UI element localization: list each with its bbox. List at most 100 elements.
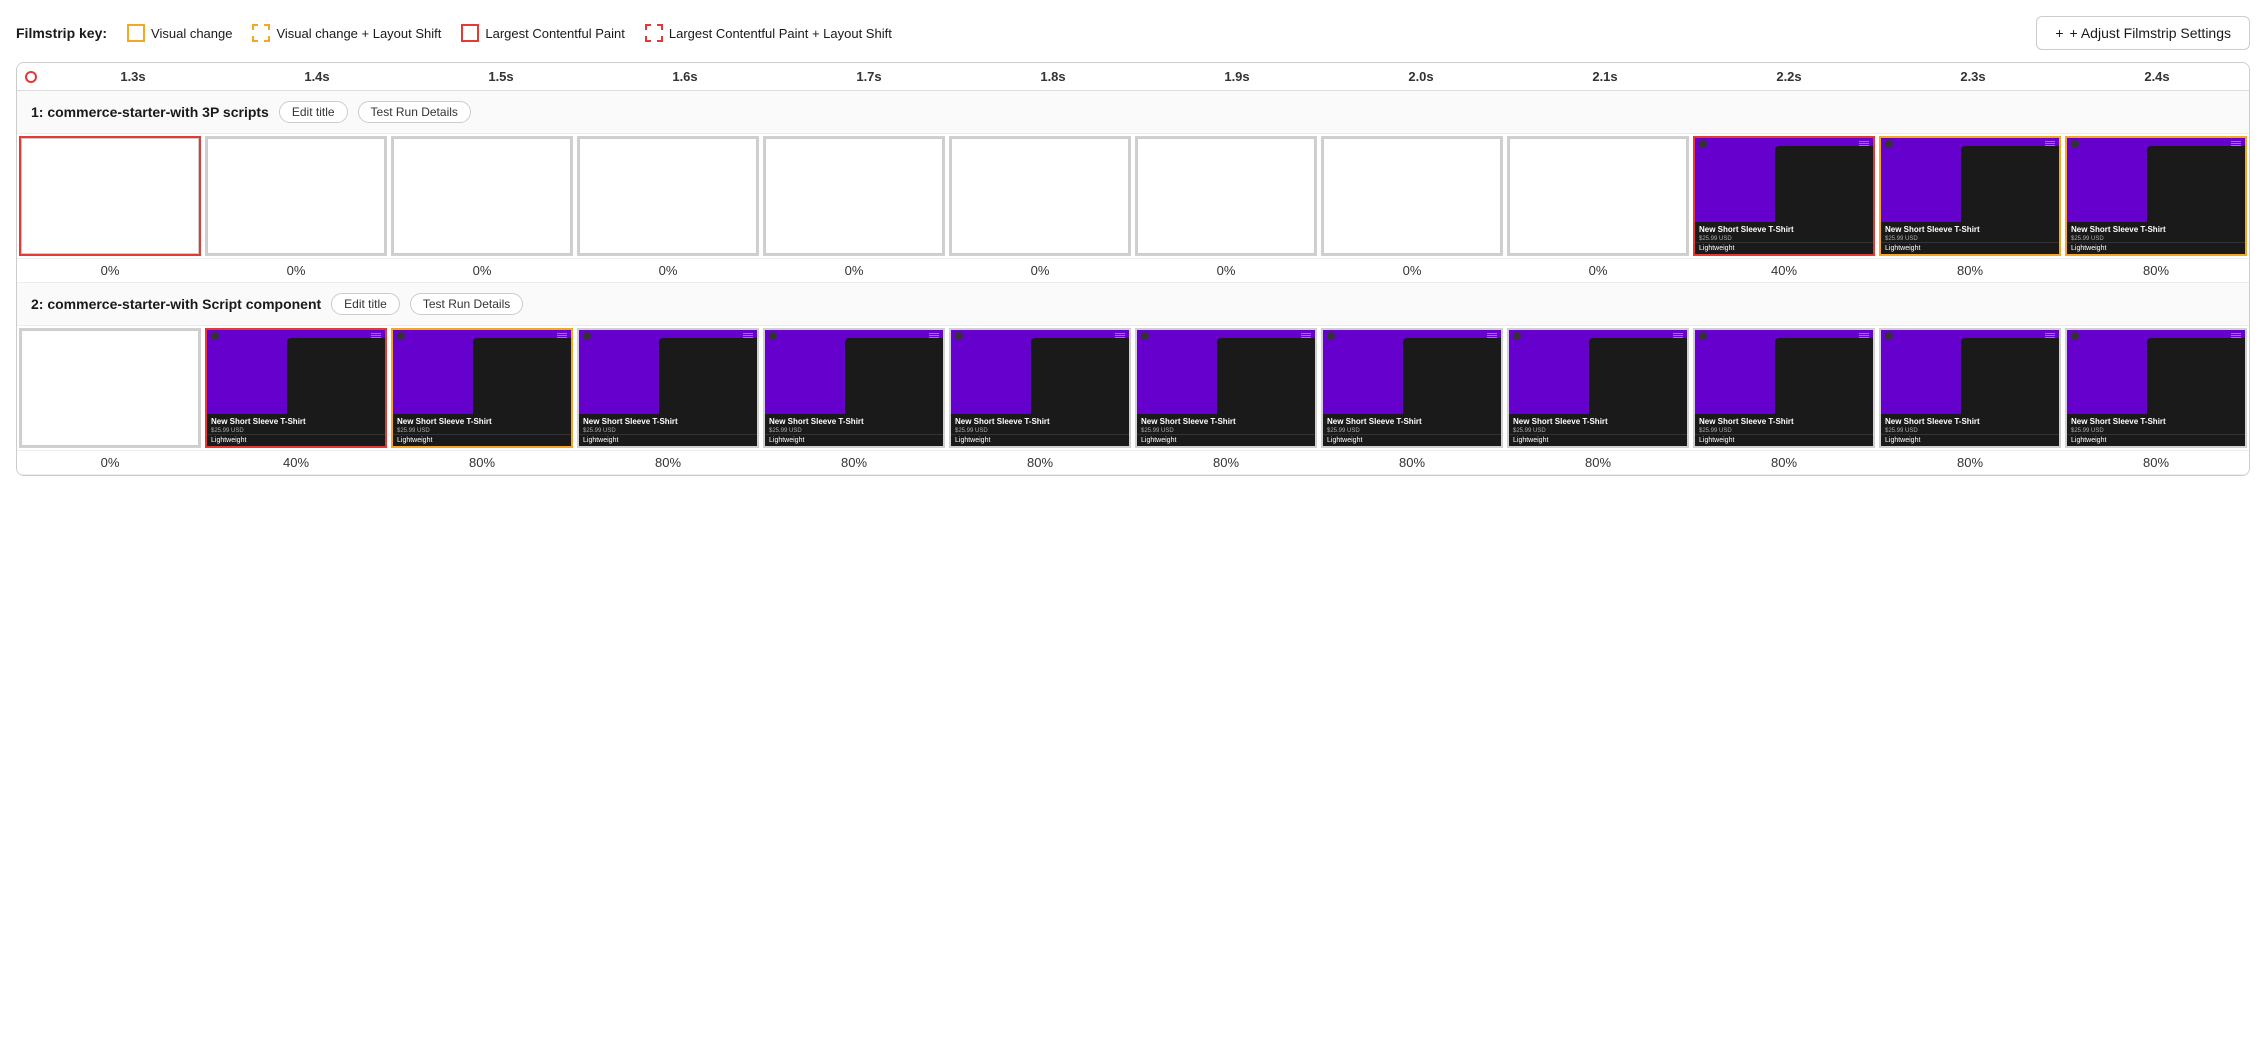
frame-cell: New Short Sleeve T-Shirt$25.99 USDLightw… [2063,134,2249,258]
key-item-lcp: Largest Contentful Paint [461,24,624,42]
frame-inner[interactable]: New Short Sleeve T-Shirt$25.99 USDLightw… [1507,328,1689,448]
percent-cell: 0% [203,258,389,282]
frame-inner[interactable] [391,136,573,256]
timeline-ticks: 1.3s1.4s1.5s1.6s1.7s1.8s1.9s2.0s2.1s2.2s… [41,69,2249,84]
key-icon-visual-change [127,24,145,42]
timeline-tick: 1.3s [41,69,225,84]
percent-cell: 80% [947,450,1133,474]
adjust-filmstrip-button[interactable]: + + Adjust Filmstrip Settings [2036,16,2250,50]
section-1-edit-title-button[interactable]: Edit title [279,101,348,123]
percent-cell: 80% [761,450,947,474]
frame-cell: New Short Sleeve T-Shirt$25.99 USDLightw… [389,326,575,450]
sections-container: 1: commerce-starter-with 3P scripts Edit … [17,91,2249,475]
frame-inner[interactable] [949,136,1131,256]
top-bar: Filmstrip key: Visual change Visual chan… [16,16,2250,50]
percent-cell: 0% [1133,258,1319,282]
frame-inner[interactable]: New Short Sleeve T-Shirt$25.99 USDLightw… [205,328,387,448]
percent-cell: 80% [1505,450,1691,474]
frame-cell: New Short Sleeve T-Shirt$25.99 USDLightw… [1505,326,1691,450]
frame-inner[interactable]: New Short Sleeve T-Shirt$25.99 USDLightw… [763,328,945,448]
frame-inner[interactable]: New Short Sleeve T-Shirt$25.99 USDLightw… [391,328,573,448]
percent-cell: 80% [1877,258,2063,282]
percent-cell: 80% [1877,450,2063,474]
section-2-edit-title-button[interactable]: Edit title [331,293,400,315]
frame-inner[interactable] [1321,136,1503,256]
frame-inner[interactable] [763,136,945,256]
frame-cell [1319,134,1505,258]
frame-cell [17,134,203,258]
percent-cell: 0% [1319,258,1505,282]
timeline-tick: 1.4s [225,69,409,84]
frame-cell: New Short Sleeve T-Shirt$25.99 USDLightw… [203,326,389,450]
percent-cell: 0% [17,450,203,474]
frame-cell: New Short Sleeve T-Shirt$25.99 USDLightw… [1877,134,2063,258]
percent-cell: 80% [2063,258,2249,282]
frame-cell: New Short Sleeve T-Shirt$25.99 USDLightw… [761,326,947,450]
filmstrip-key-label: Filmstrip key: [16,25,107,41]
percent-cell: 80% [1691,450,1877,474]
frame-inner[interactable]: New Short Sleeve T-Shirt$25.99 USDLightw… [1321,328,1503,448]
section-1-title: 1: commerce-starter-with 3P scripts [31,104,269,120]
frame-inner[interactable]: New Short Sleeve T-Shirt$25.99 USDLightw… [1879,136,2061,256]
frame-inner[interactable]: New Short Sleeve T-Shirt$25.99 USDLightw… [2065,136,2247,256]
frame-cell: New Short Sleeve T-Shirt$25.99 USDLightw… [1133,326,1319,450]
timeline-tick: 1.7s [777,69,961,84]
percent-cell: 80% [389,450,575,474]
key-text-lcp-layout-shift: Largest Contentful Paint + Layout Shift [669,26,892,41]
frame-inner[interactable]: New Short Sleeve T-Shirt$25.99 USDLightw… [1693,328,1875,448]
section-2-frames-row: New Short Sleeve T-Shirt$25.99 USDLightw… [17,326,2249,450]
timeline-tick: 2.0s [1329,69,1513,84]
section-1-header: 1: commerce-starter-with 3P scripts Edit … [17,91,2249,134]
frame-inner[interactable] [19,136,201,256]
section-1-frames-row: New Short Sleeve T-Shirt$25.99 USDLightw… [17,134,2249,258]
frame-inner[interactable] [577,136,759,256]
key-item-visual-change-layout-shift: Visual change + Layout Shift [252,24,441,42]
filmstrip-container: 1.3s1.4s1.5s1.6s1.7s1.8s1.9s2.0s2.1s2.2s… [16,62,2250,476]
section-2-test-run-details-button[interactable]: Test Run Details [410,293,523,315]
frame-inner[interactable]: New Short Sleeve T-Shirt$25.99 USDLightw… [1693,136,1875,256]
section-1: 1: commerce-starter-with 3P scripts Edit … [17,91,2249,283]
key-item-visual-change: Visual change [127,24,232,42]
percent-cell: 0% [575,258,761,282]
frame-inner[interactable]: New Short Sleeve T-Shirt$25.99 USDLightw… [949,328,1131,448]
section-2-header: 2: commerce-starter-with Script componen… [17,283,2249,326]
frame-inner[interactable] [19,328,201,448]
percent-cell: 0% [761,258,947,282]
timeline-tick: 2.3s [1881,69,2065,84]
frame-inner[interactable] [1507,136,1689,256]
adjust-btn-label: + Adjust Filmstrip Settings [2070,25,2231,41]
percent-cell: 0% [1505,258,1691,282]
frame-cell: New Short Sleeve T-Shirt$25.99 USDLightw… [947,326,1133,450]
frame-inner[interactable] [1135,136,1317,256]
timeline-tick: 1.5s [409,69,593,84]
key-item-lcp-layout-shift: Largest Contentful Paint + Layout Shift [645,24,892,42]
frame-inner[interactable]: New Short Sleeve T-Shirt$25.99 USDLightw… [2065,328,2247,448]
timeline-dot [25,71,37,83]
key-text-visual-change: Visual change [151,26,232,41]
frame-inner[interactable]: New Short Sleeve T-Shirt$25.99 USDLightw… [577,328,759,448]
frame-cell [1133,134,1319,258]
frame-cell: New Short Sleeve T-Shirt$25.99 USDLightw… [2063,326,2249,450]
frame-cell [203,134,389,258]
frame-cell: New Short Sleeve T-Shirt$25.99 USDLightw… [1319,326,1505,450]
timeline-tick: 2.1s [1513,69,1697,84]
section-2-title: 2: commerce-starter-with Script componen… [31,296,321,312]
frame-cell [575,134,761,258]
frame-cell [761,134,947,258]
percent-cell: 80% [1319,450,1505,474]
key-icon-lcp-layout-shift [645,24,663,42]
timeline-tick: 2.2s [1697,69,1881,84]
frame-cell [947,134,1133,258]
frame-cell [389,134,575,258]
frame-inner[interactable]: New Short Sleeve T-Shirt$25.99 USDLightw… [1135,328,1317,448]
frame-inner[interactable]: New Short Sleeve T-Shirt$25.99 USDLightw… [1879,328,2061,448]
section-2-percent-row: 0%40%80%80%80%80%80%80%80%80%80%80% [17,450,2249,474]
percent-cell: 0% [389,258,575,282]
timeline-row: 1.3s1.4s1.5s1.6s1.7s1.8s1.9s2.0s2.1s2.2s… [17,63,2249,91]
timeline-tick: 1.6s [593,69,777,84]
section-1-test-run-details-button[interactable]: Test Run Details [358,101,471,123]
frame-inner[interactable] [205,136,387,256]
frame-cell [17,326,203,450]
key-text-lcp: Largest Contentful Paint [485,26,624,41]
timeline-tick: 1.8s [961,69,1145,84]
